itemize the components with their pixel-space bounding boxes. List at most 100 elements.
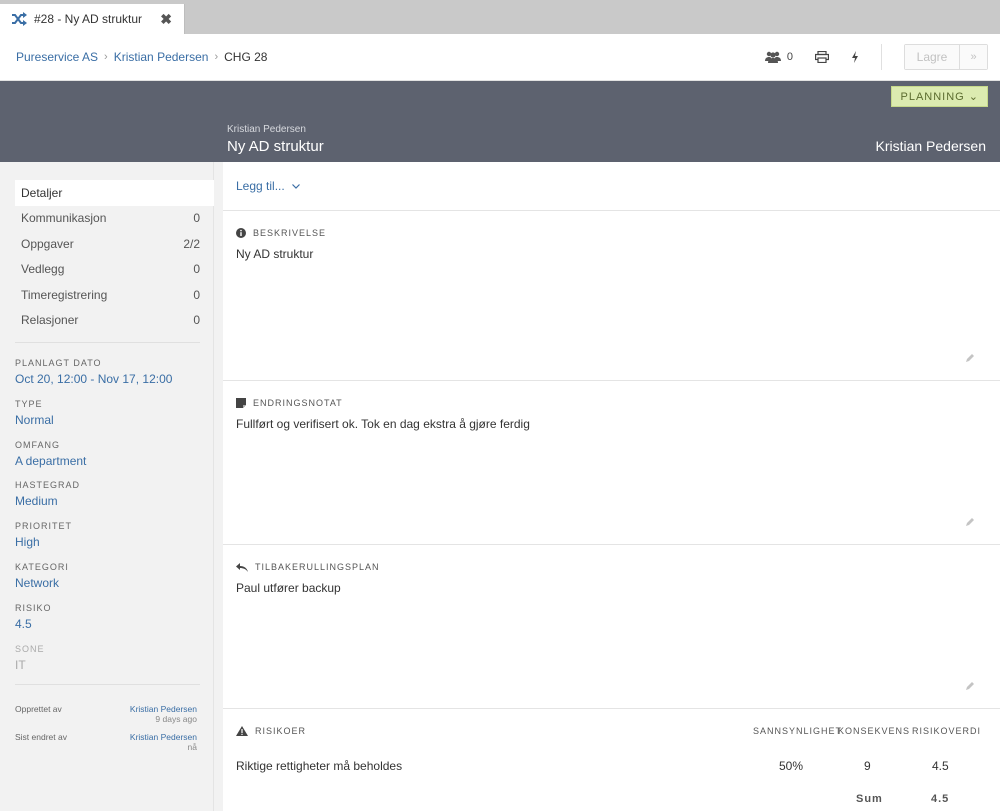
sidebar-item-count: 0: [193, 313, 200, 328]
lightning-icon: [852, 51, 858, 63]
risk-sum-value: 4.5: [931, 793, 950, 805]
sidebar-item-label: Relasjoner: [21, 313, 79, 328]
section-text[interactable]: Ny AD struktur: [236, 247, 313, 261]
section-heading: RISIKOER: [236, 726, 306, 736]
field-label: PLANLAGT DATO: [15, 358, 102, 368]
field-planned-date[interactable]: PLANLAGT DATO Oct 20, 12:00 - Nov 17, 12…: [15, 358, 205, 399]
info-icon: [236, 228, 246, 238]
risk-sum-label: Sum: [856, 793, 883, 805]
pencil-icon[interactable]: [965, 681, 975, 691]
sidebar-item-label: Vedlegg: [21, 262, 65, 277]
ticket-fields: PLANLAGT DATO Oct 20, 12:00 - Nov 17, 12…: [15, 358, 205, 684]
tab-ticket[interactable]: #28 - Ny AD struktur ✖: [0, 4, 185, 34]
reply-all-icon: [236, 563, 248, 572]
tab-title: #28 - Ny AD struktur: [34, 12, 143, 26]
risk-name: Riktige rettigheter må beholdes: [236, 759, 403, 773]
sidebar-item-relasjoner[interactable]: Relasjoner 0: [15, 308, 214, 334]
breadcrumb-user[interactable]: Kristian Pedersen: [114, 50, 209, 64]
meta-user-link[interactable]: Kristian Pedersen: [130, 732, 197, 742]
save-more-button[interactable]: »: [959, 45, 987, 69]
section-rollback-plan: TILBAKERULLINGSPLAN Paul utfører backup: [223, 544, 1000, 708]
close-icon[interactable]: ✖: [160, 11, 172, 28]
print-button[interactable]: [815, 51, 829, 63]
risk-value: 4.5: [932, 759, 949, 773]
section-title: RISIKOER: [255, 726, 307, 736]
field-category[interactable]: KATEGORI Network: [15, 562, 205, 603]
field-label: KATEGORI: [15, 561, 69, 572]
chevron-right-icon: ›: [104, 51, 108, 63]
save-group: Lagre »: [904, 44, 988, 70]
sidebar-item-vedlegg[interactable]: Vedlegg 0: [15, 257, 214, 283]
section-heading: TILBAKERULLINGSPLAN: [236, 562, 380, 572]
breadcrumb: Pureservice AS › Kristian Pedersen › CHG…: [16, 50, 267, 64]
sidebar-item-kommunikasjon[interactable]: Kommunikasjon 0: [15, 206, 214, 232]
sidebar-item-label: Timeregistrering: [21, 287, 108, 302]
risk-consequence: 9: [864, 759, 871, 773]
field-value[interactable]: Network: [15, 576, 205, 590]
pencil-icon[interactable]: [965, 353, 975, 363]
ticket-header: PLANNING ⌄ Kristian Pedersen Ny AD struk…: [0, 81, 1000, 162]
section-title: BESKRIVELSE: [253, 228, 327, 238]
tab-bar: #28 - Ny AD struktur ✖: [0, 0, 1000, 34]
requester-name[interactable]: Kristian Pedersen: [875, 138, 986, 154]
users-count: 0: [786, 51, 793, 63]
field-label: PRIORITET: [15, 521, 73, 532]
sidebar-item-detaljer[interactable]: Detaljer: [15, 180, 214, 206]
field-scope[interactable]: OMFANG A department: [15, 440, 205, 481]
add-label: Legg til...: [236, 179, 285, 193]
field-value[interactable]: Oct 20, 12:00 - Nov 17, 12:00: [15, 372, 205, 386]
sidebar-divider: [15, 684, 200, 685]
chevron-right-icon: ›: [214, 51, 219, 63]
sidebar-item-count: 2/2: [183, 236, 200, 251]
pencil-icon[interactable]: [965, 517, 975, 527]
field-value[interactable]: Normal: [15, 413, 205, 427]
shuffle-icon: [12, 12, 27, 26]
section-text[interactable]: Fullført og verifisert ok. Tok en dag ek…: [236, 417, 530, 431]
sidebar-item-count: 0: [193, 287, 200, 302]
field-label: OMFANG: [15, 439, 61, 450]
meta-modified: Sist endret av Kristian Pedersen nå: [15, 732, 197, 752]
field-type[interactable]: TYPE Normal: [15, 399, 205, 440]
meta-time: 9 days ago: [155, 714, 197, 724]
ticket-meta: Opprettet av Kristian Pedersen 9 days ag…: [15, 704, 197, 760]
field-label: SONE: [15, 643, 45, 654]
main-content: Legg til... BESKRIVELSE Ny AD struktur E…: [223, 162, 1000, 811]
field-value[interactable]: 4.5: [15, 617, 205, 631]
meta-label: Opprettet av: [15, 704, 62, 714]
users-icon: [764, 51, 781, 63]
risk-probability: 50%: [779, 759, 804, 773]
sidebar-nav: Detaljer Kommunikasjon 0 Oppgaver 2/2 Ve…: [15, 180, 214, 333]
sidebar-item-label: Oppgaver: [21, 236, 74, 251]
breadcrumb-company[interactable]: Pureservice AS: [16, 50, 98, 64]
sidebar: Detaljer Kommunikasjon 0 Oppgaver 2/2 Ve…: [0, 162, 214, 811]
field-value[interactable]: A department: [15, 454, 205, 468]
field-label: HASTEGRAD: [15, 480, 81, 491]
warning-icon: [236, 726, 248, 736]
save-button[interactable]: Lagre: [905, 45, 959, 69]
field-risk[interactable]: RISIKO 4.5: [15, 603, 205, 644]
sidebar-divider: [15, 342, 200, 343]
users-button[interactable]: 0: [764, 51, 793, 63]
sidebar-item-count: 0: [193, 262, 200, 277]
chevron-down-icon: [291, 183, 300, 189]
field-priority[interactable]: PRIORITET High: [15, 521, 205, 562]
add-dropdown[interactable]: Legg til...: [236, 179, 300, 193]
ticket-title: Ny AD struktur: [227, 138, 324, 155]
breadcrumb-current: CHG 28: [224, 50, 268, 64]
section-description: BESKRIVELSE Ny AD struktur: [223, 210, 1000, 380]
column-header: SANNSYNLIGHET: [753, 726, 843, 736]
section-heading: ENDRINGSNOTAT: [236, 398, 343, 408]
status-badge[interactable]: PLANNING ⌄: [891, 86, 988, 107]
meta-user-link[interactable]: Kristian Pedersen: [130, 704, 197, 714]
requester-label: Kristian Pedersen: [227, 124, 306, 135]
section-text[interactable]: Paul utfører backup: [236, 581, 341, 595]
quick-action-button[interactable]: [851, 51, 859, 63]
field-value[interactable]: High: [15, 535, 205, 549]
sidebar-item-timeregistrering[interactable]: Timeregistrering 0: [15, 282, 214, 308]
sidebar-item-oppgaver[interactable]: Oppgaver 2/2: [15, 231, 214, 257]
field-urgency[interactable]: HASTEGRAD Medium: [15, 480, 205, 521]
meta-created: Opprettet av Kristian Pedersen 9 days ag…: [15, 704, 197, 724]
sidebar-item-label: Detaljer: [21, 185, 63, 200]
meta-time: nå: [187, 742, 197, 752]
field-value[interactable]: Medium: [15, 494, 205, 508]
